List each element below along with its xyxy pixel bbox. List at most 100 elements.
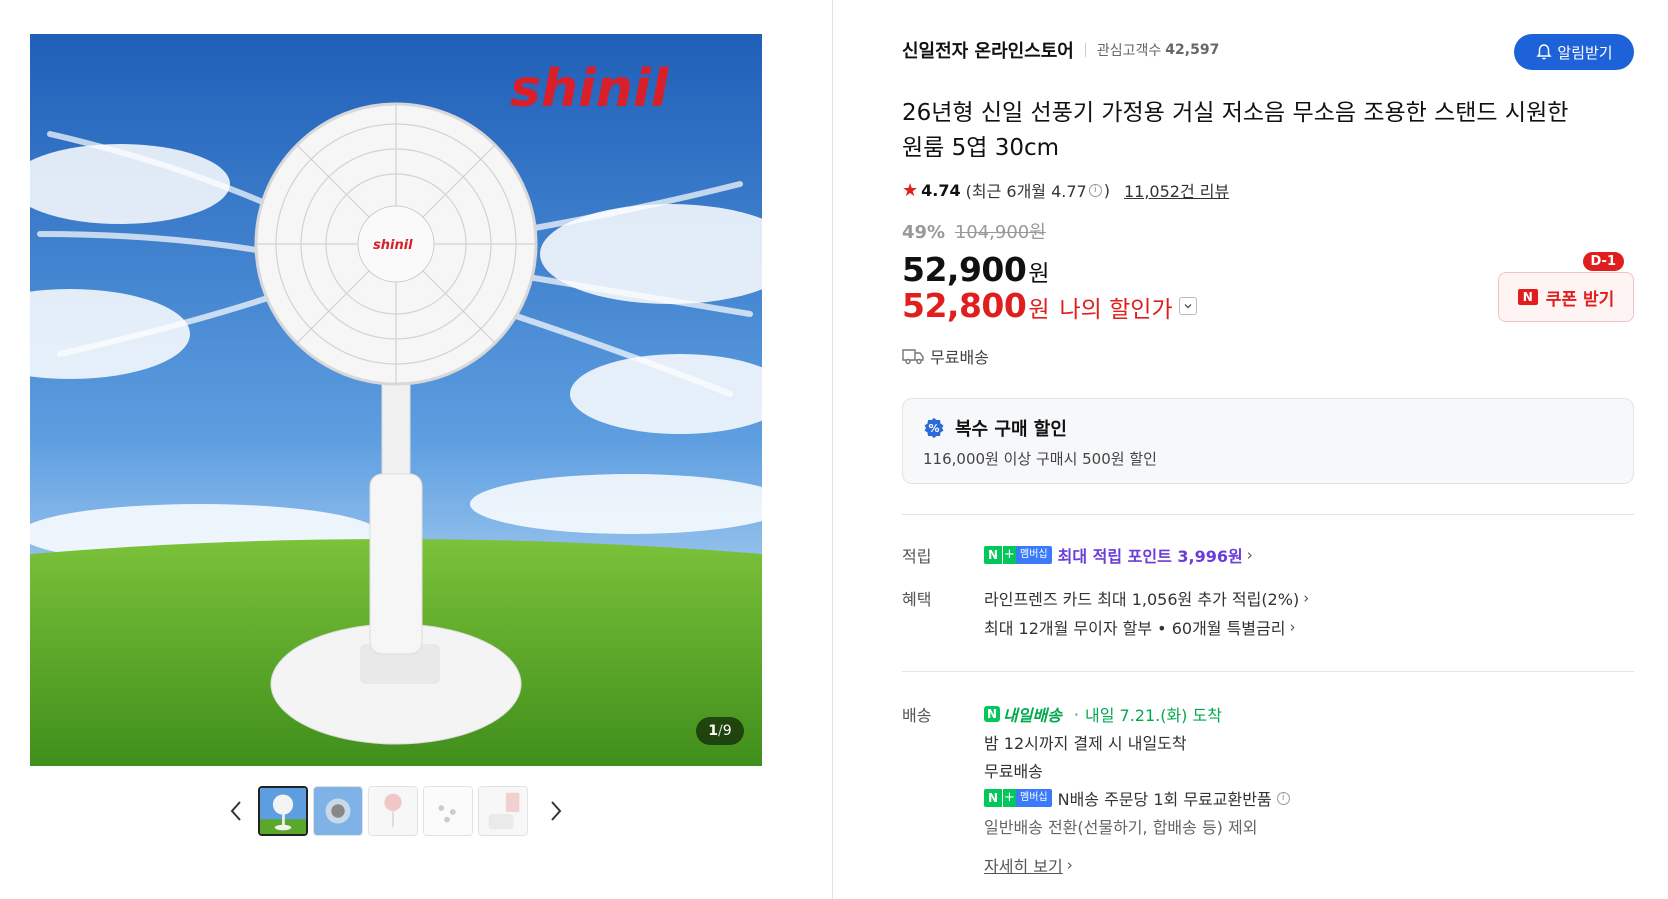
points-row[interactable]: N + 멤버십 최대 적립 포인트 3,996원 ›: [984, 543, 1253, 567]
bell-plus-icon: [1536, 44, 1552, 60]
thumbnail-row: [0, 786, 832, 836]
original-price: 104,900원: [954, 222, 1046, 243]
badge-plus: +: [1002, 789, 1016, 807]
recent-rating-close: ): [1103, 180, 1110, 200]
svg-text:%: %: [928, 422, 939, 435]
delivery-free-text: 무료배송: [984, 762, 1043, 781]
product-gallery: shinil shinil 1/9: [0, 0, 832, 899]
my-price-label: 나의 할인가: [1059, 297, 1173, 323]
bulk-discount-desc: 116,000원 이상 구매시 500원 할인: [923, 450, 1157, 468]
store-row: 신일전자 온라인스토어 관심고객수 42,597: [902, 38, 1219, 62]
bulk-discount-title: 복수 구매 할인: [955, 419, 1067, 440]
alarm-button[interactable]: 알림받기: [1514, 34, 1634, 70]
badge-plus: +: [1002, 546, 1016, 564]
delivery-line-2: 밤 12시까지 결제 시 내일도착: [984, 730, 1187, 754]
delivery-label: 배송: [902, 706, 932, 725]
naver-n-icon: N: [1517, 289, 1538, 305]
bulk-discount-box: % 복수 구매 할인 116,000원 이상 구매시 500원 할인: [902, 398, 1634, 484]
section-divider-1: [902, 514, 1634, 515]
truck-icon: [902, 349, 924, 365]
delivery-line-4: N + 멤버십 N배송 주문당 1회 무료교환반품 i: [984, 786, 1292, 810]
star-icon: ★: [902, 179, 919, 201]
chevron-right-icon: ›: [1246, 546, 1253, 564]
prev-image-button[interactable]: [216, 786, 256, 836]
delivery-dot: ·: [1073, 704, 1079, 724]
store-separator: [1084, 43, 1086, 57]
main-product-image[interactable]: shinil shinil: [30, 34, 762, 766]
section-divider-2: [902, 671, 1634, 672]
store-name[interactable]: 신일전자 온라인스토어: [902, 37, 1074, 63]
counter-separator: /: [718, 723, 723, 739]
free-shipping-text: 무료배송: [930, 348, 989, 367]
bulk-discount-title-row: % 복수 구매 할인: [923, 415, 1067, 441]
sale-price-unit: 원: [1028, 261, 1050, 287]
chevron-down-icon: [1184, 303, 1192, 308]
coupon-label: 쿠폰 받기: [1545, 289, 1615, 310]
product-title: 26년형 신일 선풍기 가정용 거실 저소음 무소음 조용한 스탠드 시원한 원…: [902, 100, 1569, 161]
thumbnail-1[interactable]: [258, 786, 308, 836]
tomorrow-badge-text: 내일배송: [1003, 706, 1062, 725]
shipping-row: 무료배송: [902, 344, 989, 368]
coupon-dday-badge: D-1: [1582, 252, 1624, 271]
price-row: 52,900 원: [902, 250, 1050, 289]
my-price-dropdown[interactable]: [1178, 296, 1197, 315]
delivery-line-3: 무료배송: [984, 758, 1043, 782]
info-icon[interactable]: i: [1276, 791, 1290, 805]
chevron-right-icon: [551, 801, 562, 821]
original-price-row: 49% 104,900원: [902, 218, 1046, 244]
delivery-line-5: 일반배송 전환(선물하기, 합배송 등) 제외: [984, 814, 1257, 838]
delivery-cutoff-text: 밤 12시까지 결제 시 내일도착: [984, 734, 1187, 753]
fans-label: 관심고객수: [1096, 43, 1162, 59]
badge-membership: 멤버십: [1016, 546, 1052, 564]
svg-text:shinil: shinil: [373, 238, 413, 253]
svg-text:shinil: shinil: [510, 59, 670, 119]
coupon-button[interactable]: N 쿠폰 받기: [1498, 272, 1634, 322]
rating-value: 4.74: [921, 180, 961, 200]
next-image-button[interactable]: [536, 786, 576, 836]
badge-n: N: [984, 789, 1002, 807]
chevron-right-icon: ›: [1303, 589, 1310, 607]
badge-n: N: [984, 546, 1002, 564]
counter-current: 1: [708, 723, 719, 739]
thumbnail-5[interactable]: [478, 786, 528, 836]
my-price-unit: 원: [1028, 297, 1050, 323]
recent-rating: (최근 6개월 4.77: [965, 182, 1087, 201]
naver-n-icon: N: [984, 706, 1000, 722]
vertical-divider: [832, 0, 833, 899]
chevron-right-icon: ›: [1289, 618, 1296, 636]
image-counter: 1/9: [696, 717, 744, 745]
discount-percent: 49%: [902, 222, 946, 243]
badge-membership: 멤버십: [1016, 789, 1052, 807]
benefit-card-row[interactable]: 라인프렌즈 카드 최대 1,056원 추가 적립(2%) ›: [984, 586, 1309, 610]
thumbnail-4[interactable]: [423, 786, 473, 836]
percent-badge-icon: %: [924, 418, 944, 438]
thumbnail-list: [258, 786, 528, 836]
thumbnail-2[interactable]: [313, 786, 363, 836]
delivery-detail-row[interactable]: 자세히 보기 ›: [984, 853, 1073, 877]
delivery-detail-link[interactable]: 자세히 보기: [984, 853, 1063, 877]
benefit-installment-row[interactable]: 최대 12개월 무이자 할부 • 60개월 특별금리 ›: [984, 615, 1295, 639]
chevron-right-icon: ›: [1066, 856, 1073, 874]
chevron-left-icon: [230, 801, 241, 821]
review-link[interactable]: 11,052건 리뷰: [1124, 178, 1229, 202]
benefit-card-text: 라인프렌즈 카드 최대 1,056원 추가 적립(2%): [984, 590, 1300, 609]
arrival-date: 내일 7.21.(화) 도착: [1084, 706, 1222, 725]
counter-total: 9: [722, 723, 732, 739]
tomorrow-delivery-badge: N 내일배송: [984, 702, 1062, 726]
max-points-text: 최대 적립 포인트 3,996원: [1057, 547, 1243, 566]
naver-membership-badge: N + 멤버십: [984, 789, 1052, 807]
delivery-exclusion-text: 일반배송 전환(선물하기, 합배송 등) 제외: [984, 818, 1258, 837]
free-return-text: N배송 주문당 1회 무료교환반품: [1057, 790, 1272, 809]
fans-count: 42,597: [1165, 42, 1220, 58]
sale-price: 52,900: [902, 250, 1027, 289]
alarm-button-label: 알림받기: [1557, 43, 1613, 62]
naver-membership-badge: N + 멤버십: [984, 546, 1052, 564]
points-label: 적립: [902, 547, 932, 566]
benefit-installment-text: 최대 12개월 무이자 할부 • 60개월 특별금리: [984, 619, 1286, 638]
info-icon[interactable]: i: [1088, 183, 1102, 197]
my-price-row: 52,800 원 나의 할인가: [902, 286, 1197, 325]
delivery-arrival-row: N 내일배송 · 내일 7.21.(화) 도착: [984, 702, 1222, 726]
my-price: 52,800: [902, 286, 1027, 325]
thumbnail-3[interactable]: [368, 786, 418, 836]
rating-row: ★ 4.74 (최근 6개월 4.77 i ) 11,052건 리뷰: [902, 178, 1229, 202]
